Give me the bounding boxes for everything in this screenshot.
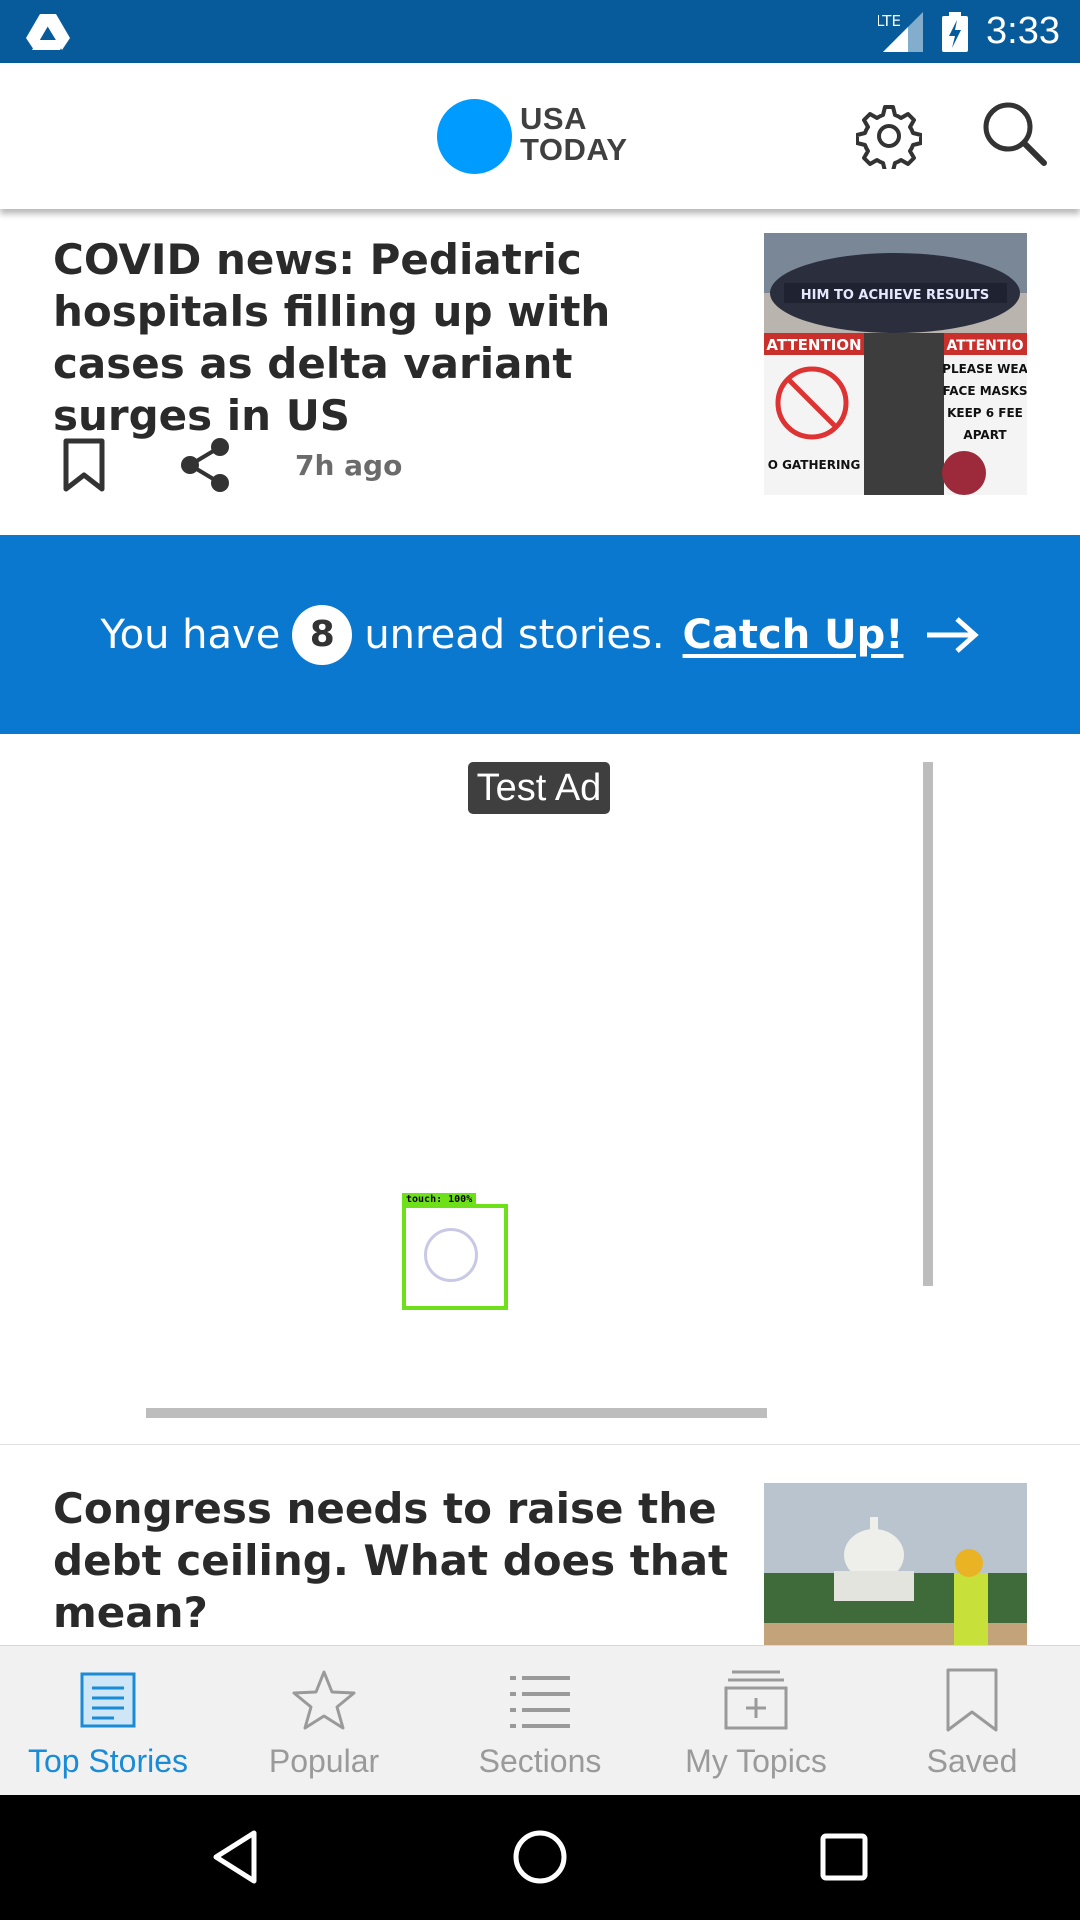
bookmark-icon [946, 1668, 998, 1732]
home-icon[interactable] [510, 1827, 570, 1887]
story-headline[interactable]: Congress needs to raise the debt ceiling… [53, 1483, 733, 1639]
status-bar: LTE 3:33 [0, 0, 1080, 63]
story-thumbnail[interactable] [764, 1483, 1027, 1645]
touch-indicator-circle [424, 1228, 478, 1282]
svg-text:KEEP 6 FEE: KEEP 6 FEE [947, 406, 1023, 420]
back-icon[interactable] [206, 1827, 266, 1887]
catch-up-banner[interactable]: You have 8 unread stories. Catch Up! [0, 535, 1080, 734]
svg-text:FACE MASKS: FACE MASKS [942, 384, 1027, 398]
list-icon [510, 1676, 570, 1728]
drive-icon [26, 14, 70, 50]
svg-text:APART: APART [963, 428, 1007, 442]
svg-text:ATTENTIO: ATTENTIO [946, 338, 1023, 354]
usa-today-logo: USA TODAY [520, 103, 660, 165]
nav-label: Sections [478, 1743, 602, 1779]
settings-gear-icon[interactable] [856, 103, 922, 169]
catch-up-link[interactable]: Catch Up! [683, 612, 904, 658]
nav-sections[interactable]: Sections [432, 1646, 648, 1795]
story-card[interactable]: Congress needs to raise the debt ceiling… [0, 1445, 1080, 1645]
ad-container[interactable]: Test Ad touch: 100% [0, 734, 1080, 1445]
unread-count-badge: 8 [292, 604, 353, 665]
system-navigation-bar [0, 1794, 1080, 1920]
story-headline[interactable]: COVID news: Pediatric hospitals filling … [53, 234, 733, 442]
nav-top-stories[interactable]: Top Stories [0, 1646, 216, 1795]
arrow-right-icon[interactable] [925, 615, 980, 655]
bottom-navigation: Top Stories Popular Sections My Topics S… [0, 1645, 1080, 1795]
ad-vertical-scrollbar[interactable] [923, 762, 933, 1286]
svg-text:LTE: LTE [878, 12, 901, 30]
story-timestamp: 7h ago [295, 449, 403, 482]
nav-saved[interactable]: Saved [864, 1646, 1080, 1795]
logo-line-usa: USA [520, 101, 587, 136]
star-icon [292, 1670, 356, 1730]
story-thumbnail[interactable]: HIM TO ACHIEVE RESULTS ATTENTION O GATHE… [764, 233, 1027, 495]
search-icon[interactable] [980, 99, 1048, 167]
battery-charging-icon [942, 12, 968, 52]
svg-text:PLEASE WEA: PLEASE WEA [942, 362, 1027, 376]
nav-label: Saved [926, 1743, 1018, 1779]
ad-horizontal-scrollbar[interactable] [146, 1408, 767, 1418]
signal-icon: LTE [878, 12, 923, 52]
bookmark-icon[interactable] [62, 437, 106, 493]
svg-text:ATTENTION: ATTENTION [766, 336, 861, 354]
nav-my-topics[interactable]: My Topics [648, 1646, 864, 1795]
svg-text:HIM TO ACHIEVE RESULTS: HIM TO ACHIEVE RESULTS [801, 288, 989, 303]
catch-up-prefix: You have [100, 611, 281, 658]
nav-label: My Topics [685, 1743, 827, 1779]
add-folder-icon [724, 1670, 788, 1730]
logo-line-today: TODAY [520, 132, 628, 167]
svg-text:O GATHERING: O GATHERING [768, 458, 861, 472]
clock: 3:33 [986, 10, 1060, 52]
share-icon[interactable] [178, 437, 232, 493]
news-article-icon [80, 1672, 136, 1728]
story-card[interactable]: COVID news: Pediatric hospitals filling … [0, 209, 1080, 535]
recents-icon[interactable] [814, 1827, 874, 1887]
catch-up-suffix: unread stories. [364, 611, 665, 658]
nav-popular[interactable]: Popular [216, 1646, 432, 1795]
usa-today-logo-dot [437, 99, 512, 174]
nav-label: Popular [268, 1743, 380, 1779]
nav-label: Top Stories [27, 1743, 189, 1779]
app-header: USA TODAY [0, 63, 1080, 209]
test-ad-label: Test Ad [468, 762, 610, 814]
